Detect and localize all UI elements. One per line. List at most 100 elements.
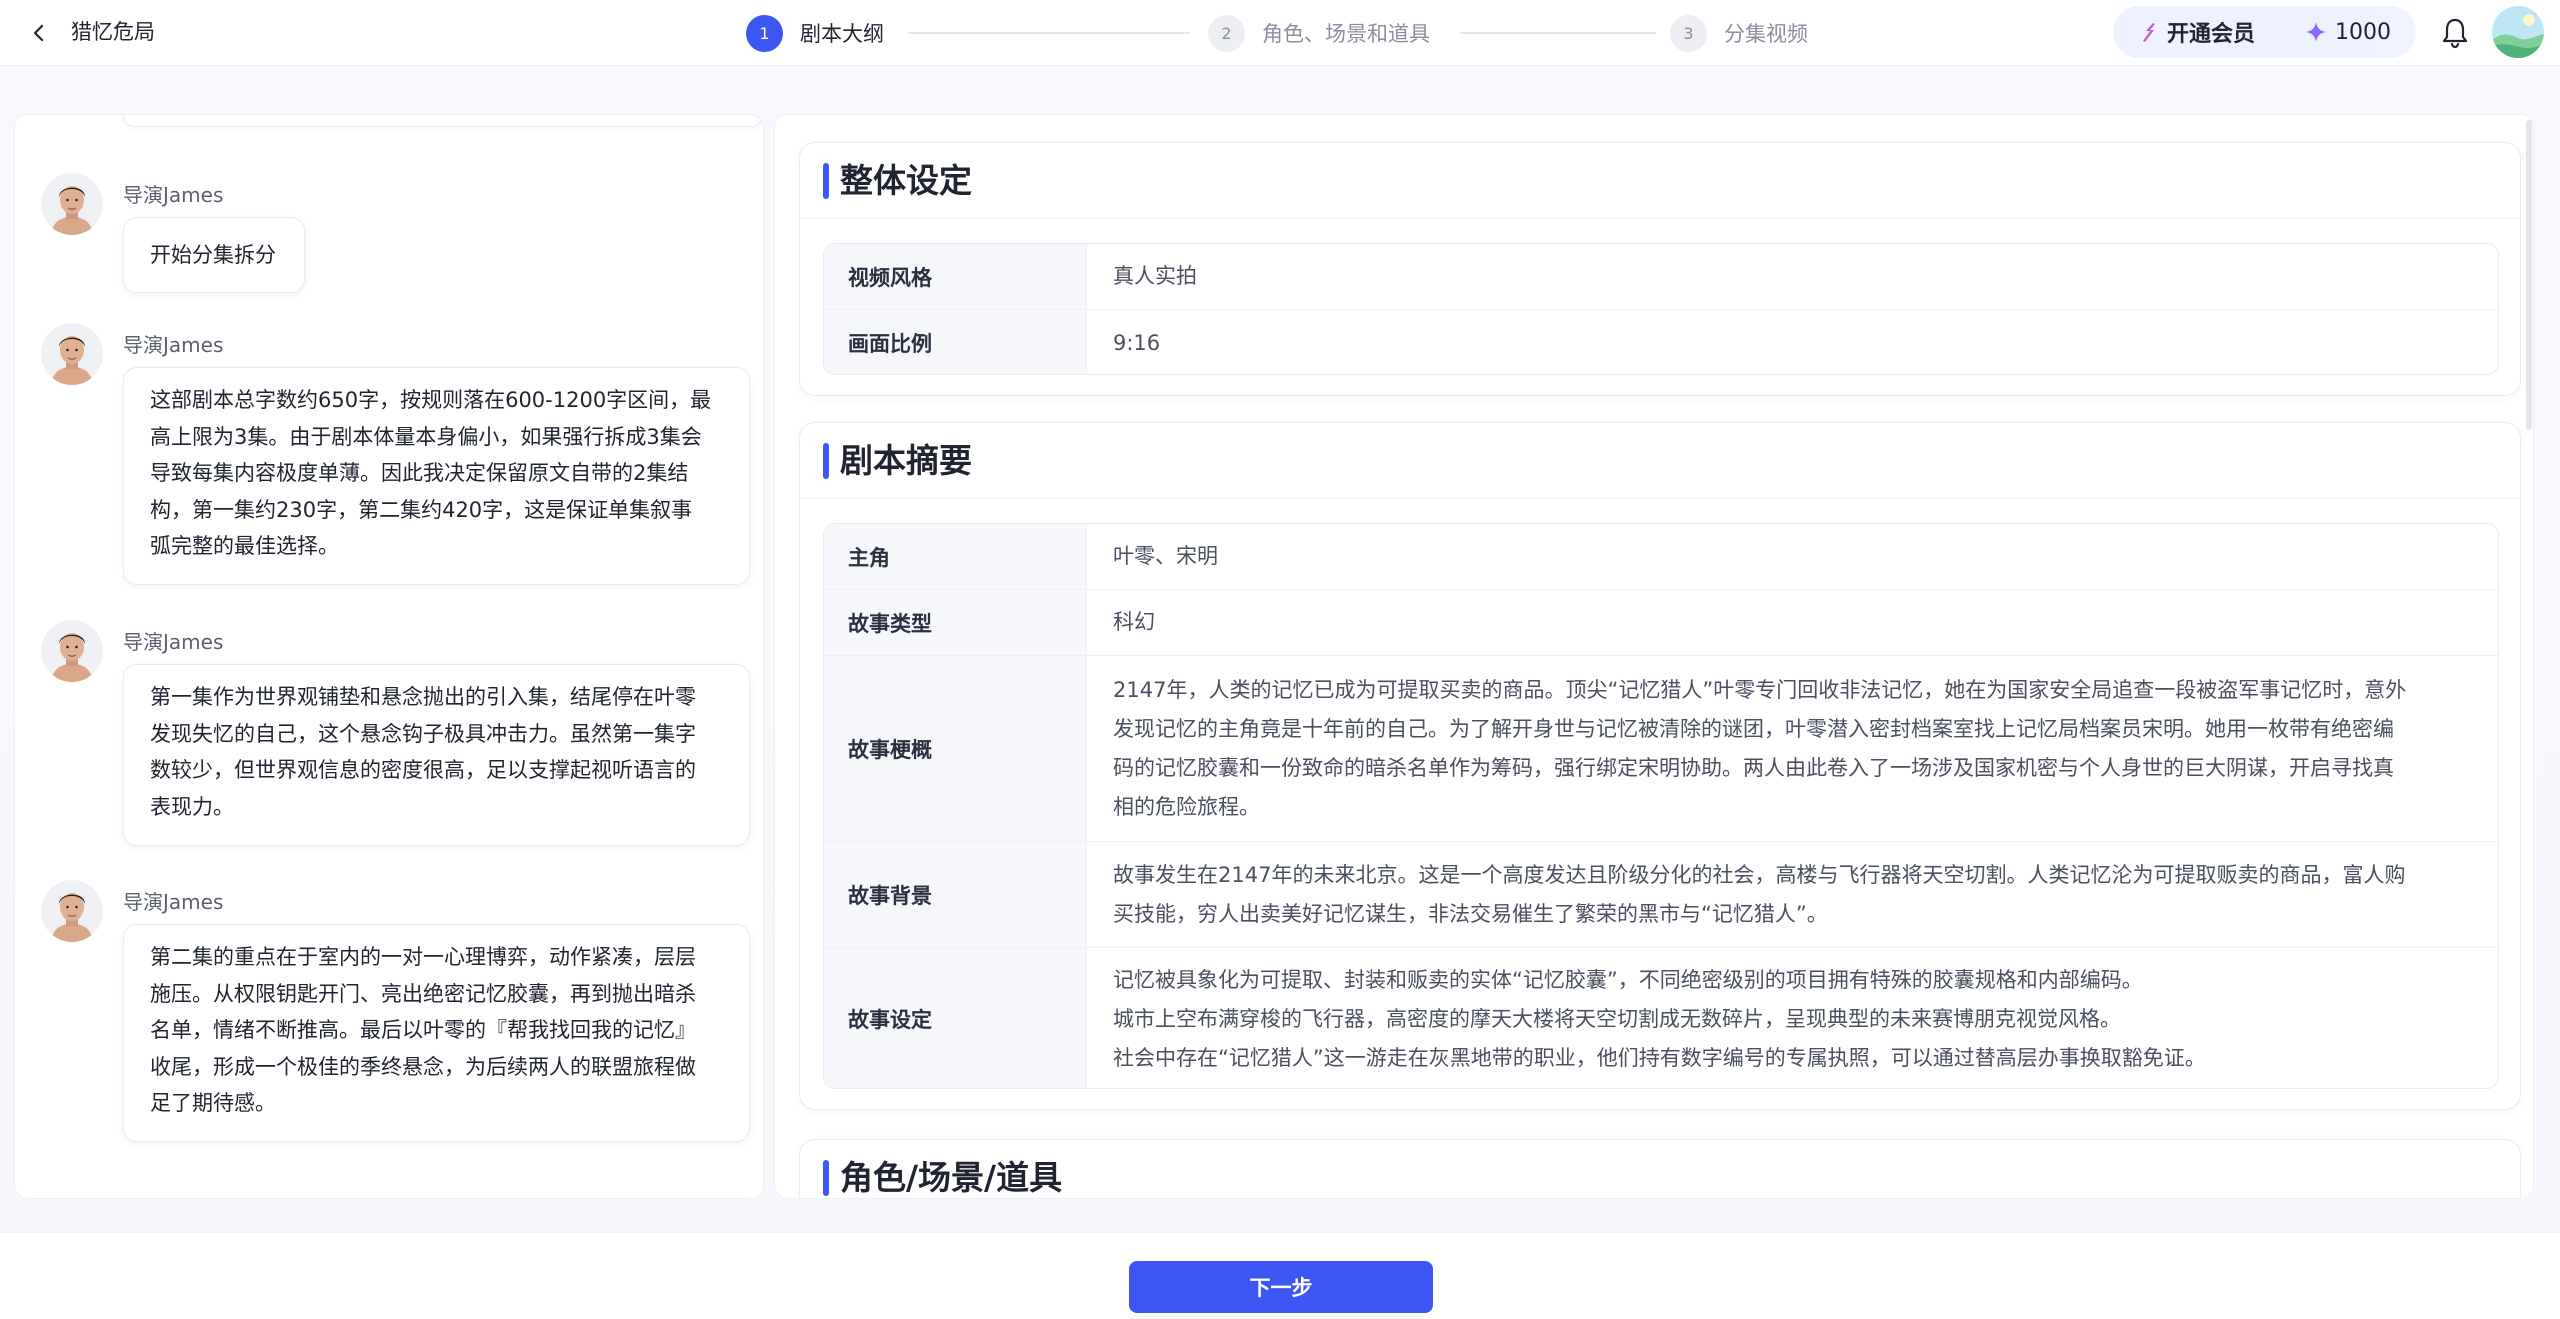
step-connector [908, 32, 1190, 34]
row-value: 2147年，人类的记忆已成为可提取买卖的商品。顶尖“记忆猎人”叶零专门回收非法记… [1087, 656, 2498, 841]
sender-name: 导演James [123, 890, 224, 914]
footer-bar: 下一步 [0, 1232, 2560, 1319]
table-row: 故事背景 故事发生在2147年的未来北京。这是一个高度发达且阶级分化的社会，高楼… [824, 842, 2498, 948]
script-outline-panel[interactable]: 整体设定 视频风格 真人实拍 画面比例 9:16 剧本摘要 主角 叶零、宋明 故… [774, 114, 2534, 1199]
message-line: 高上限为3集。由于剧本体量本身偏小，如果强行拆成3集会 [150, 424, 702, 449]
step-outline[interactable]: 1 剧本大纲 [746, 14, 884, 52]
vip-label: 开通会员 [2167, 22, 2256, 47]
step-label: 分集视频 [1724, 22, 1808, 46]
script-summary-card: 剧本摘要 主角 叶零、宋明 故事类型 科幻 故事梗概 2147年，人类的记忆已成… [799, 422, 2521, 1110]
value-line: 码的记忆胶囊和一份致命的暗杀名单作为筹码，强行绑定宋明协助。两人由此卷入了一场涉… [1113, 755, 2394, 780]
section-title: 角色/场景/道具 [840, 1158, 1063, 1197]
message-text: 开始分集拆分 [150, 243, 276, 267]
step-assets[interactable]: 2 角色、场景和道具 [1208, 14, 1430, 52]
value-line: 故事发生在2147年的未来北京。这是一个高度发达且阶级分化的社会，高楼与飞行器将… [1113, 862, 2406, 887]
assets-card: 角色/场景/道具 [799, 1139, 2521, 1198]
table-row: 画面比例 9:16 [824, 310, 2498, 374]
message-line: 第一集作为世界观铺垫和悬念抛出的引入集，结尾停在叶零 [150, 685, 696, 709]
value-line: 买技能，穷人出卖美好记忆谋生，非法交易催生了繁荣的黑市与“记忆猎人”。 [1113, 901, 1828, 926]
section-accent-bar [823, 443, 829, 479]
person-avatar-image [41, 880, 103, 942]
step-episode-video[interactable]: 3 分集视频 [1670, 14, 1808, 52]
row-value: 科幻 [1087, 590, 2498, 655]
step-number: 1 [746, 14, 783, 52]
section-accent-bar [823, 163, 829, 199]
message-line: 足了期待感。 [150, 1091, 276, 1115]
row-value: 9:16 [1113, 330, 1161, 355]
chat-message: 导演James 第二集的重点在于室内的一对一心理博弈，动作紧凑，层层 施压。从权… [41, 880, 751, 1170]
credit-balance[interactable]: 1000 [2305, 20, 2391, 45]
row-key: 画面比例 [824, 310, 1087, 374]
value-line: 城市上空布满穿梭的飞行器，高密度的摩天大楼将天空切割成无数碎片，呈现典型的未来赛… [1113, 1006, 2121, 1031]
person-avatar-image [41, 620, 103, 682]
message-line: 第二集的重点在于室内的一对一心理博弈，动作紧凑，层层 [150, 945, 696, 969]
table-row: 故事设定 记忆被具象化为可提取、封装和贩卖的实体“记忆胶囊”，不同绝密级别的项目… [824, 948, 2498, 1088]
notification-button[interactable] [2439, 16, 2471, 50]
value-line: 相的危险旅程。 [1113, 794, 1260, 819]
diamond-icon [2306, 22, 2327, 42]
chat-message: 导演James 这部剧本总字数约650字，按规则落在600-1200字区间，最 … [41, 323, 751, 603]
director-avatar [41, 880, 103, 942]
table-row: 故事梗概 2147年，人类的记忆已成为可提取买卖的商品。顶尖“记忆猎人”叶零专门… [824, 656, 2498, 842]
chat-message: 导演James 第一集作为世界观铺垫和悬念抛出的引入集，结尾停在叶零 发现失忆的… [41, 620, 751, 864]
next-step-button[interactable]: 下一步 [1129, 1261, 1433, 1313]
step-progress: 1 剧本大纲 2 角色、场景和道具 3 分集视频 [746, 14, 1826, 52]
director-avatar [41, 173, 103, 235]
back-button[interactable] [26, 20, 52, 46]
sender-name: 导演James [123, 333, 224, 357]
table-row: 主角 叶零、宋明 [824, 524, 2498, 590]
vip-button[interactable]: 开通会员 [2139, 16, 2255, 48]
content-scrollbar[interactable] [2526, 120, 2532, 430]
director-avatar [41, 323, 103, 385]
previous-message-bubble [123, 115, 763, 127]
person-avatar-image [41, 323, 103, 385]
project-title: 猎忆危局 [71, 20, 155, 44]
user-avatar-image [2492, 6, 2544, 58]
bell-icon [2442, 18, 2468, 49]
step-label: 角色、场景和道具 [1262, 22, 1430, 46]
section-title: 整体设定 [840, 161, 972, 200]
row-key: 故事梗概 [824, 656, 1087, 841]
director-avatar [41, 620, 103, 682]
step-label: 剧本大纲 [800, 22, 884, 46]
row-key: 故事类型 [824, 590, 1087, 655]
row-value: 故事发生在2147年的未来北京。这是一个高度发达且阶级分化的社会，高楼与飞行器将… [1087, 842, 2498, 947]
step-number: 2 [1208, 14, 1245, 52]
row-value: 记忆被具象化为可提取、封装和贩卖的实体“记忆胶囊”，不同绝密级别的项目拥有特殊的… [1087, 948, 2498, 1088]
value-line: 记忆被具象化为可提取、封装和贩卖的实体“记忆胶囊”，不同绝密级别的项目拥有特殊的… [1113, 967, 2143, 992]
section-header: 剧本摘要 [800, 423, 2520, 499]
section-header: 整体设定 [800, 143, 2520, 219]
value-line: 叶零、宋明 [1113, 544, 1218, 568]
message-line: 这部剧本总字数约650字，按规则落在600-1200字区间，最 [150, 388, 712, 412]
message-line: 表现力。 [150, 794, 234, 819]
user-avatar[interactable] [2492, 6, 2544, 58]
row-key: 故事背景 [824, 842, 1087, 947]
step-number: 3 [1670, 14, 1707, 52]
value-line: 2147年，人类的记忆已成为可提取买卖的商品。顶尖“记忆猎人”叶零专门回收非法记… [1113, 677, 2407, 702]
table-row: 视频风格 真人实拍 [824, 244, 2498, 310]
summary-table: 主角 叶零、宋明 故事类型 科幻 故事梗概 2147年，人类的记忆已成为可提取买… [823, 523, 2499, 1089]
message-bubble: 开始分集拆分 [123, 217, 305, 293]
person-avatar-image [41, 173, 103, 235]
top-bar: 猎忆危局 1 剧本大纲 2 角色、场景和道具 3 分集视频 开通会员 1000 [0, 0, 2560, 66]
row-key: 视频风格 [824, 244, 1087, 309]
step-connector [1460, 32, 1656, 34]
value-line: 发现记忆的主角竟是十年前的自己。为了解开身世与记忆被清除的谜团，叶零潜入密封档案… [1113, 716, 2394, 741]
section-accent-bar [823, 1160, 829, 1196]
row-value: 叶零、宋明 [1087, 524, 2498, 589]
credit-amount: 1000 [2335, 19, 2392, 45]
message-bubble: 这部剧本总字数约650字，按规则落在600-1200字区间，最 高上限为3集。由… [123, 367, 750, 585]
overall-settings-card: 整体设定 视频风格 真人实拍 画面比例 9:16 [799, 142, 2521, 396]
message-line: 构，第一集约230字，第二集约420字，这是保证单集叙事 [150, 497, 693, 522]
vip-bolt-icon [2143, 23, 2155, 42]
section-header: 角色/场景/道具 [800, 1140, 2520, 1198]
chat-message: 导演James 开始分集拆分 [41, 173, 751, 303]
chat-panel[interactable]: 导演James 开始分集拆分 导演James 这部剧本总字数约650字，按规则落… [14, 114, 764, 1199]
row-value: 真人实拍 [1113, 264, 1197, 288]
vip-credit-pill: 开通会员 1000 [2113, 6, 2416, 58]
sender-name: 导演James [123, 630, 224, 654]
table-row: 故事类型 科幻 [824, 590, 2498, 656]
message-line: 发现失忆的自己，这个悬念钩子极具冲击力。虽然第一集字 [150, 721, 696, 746]
message-line: 施压。从权限钥匙开门、亮出绝密记忆胶囊，再到抛出暗杀 [150, 981, 696, 1006]
message-line: 数较少，但世界观信息的密度很高，足以支撑起视听语言的 [150, 758, 696, 782]
